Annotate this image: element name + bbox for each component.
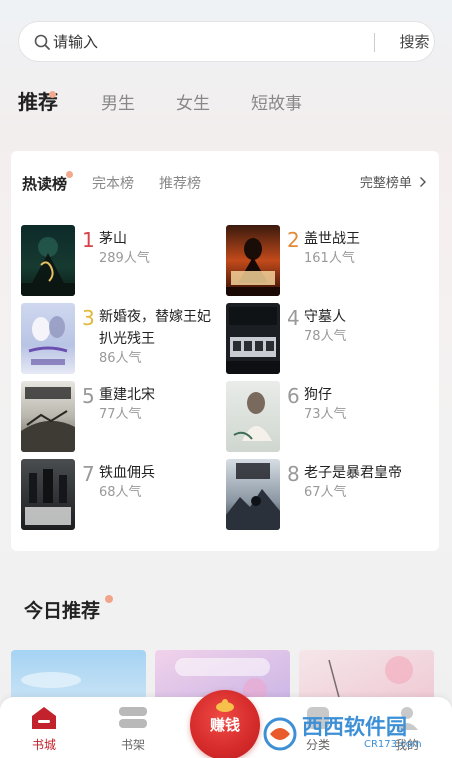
book-cover <box>226 459 280 530</box>
money-bag-icon <box>216 699 234 712</box>
book-title: 茅山 <box>99 231 127 247</box>
search-divider <box>374 33 375 52</box>
book-popularity: 78人气 <box>304 329 347 344</box>
book-popularity: 67人气 <box>304 485 347 500</box>
search-input[interactable] <box>53 30 353 54</box>
subtab-finished[interactable]: 完本榜 <box>92 175 134 193</box>
watermark-logo <box>262 716 298 752</box>
book-popularity: 289人气 <box>99 251 150 266</box>
book-title: 老子是暴君皇帝 <box>304 465 402 481</box>
book-item[interactable]: 7 铁血佣兵 68人气 <box>21 459 221 531</box>
book-title: 铁血佣兵 <box>99 465 155 481</box>
watermark-text: 西西软件园 <box>302 715 407 739</box>
rank-number: 7 <box>82 462 95 486</box>
full-ranking-link[interactable]: 完整榜单 <box>360 175 427 193</box>
book-item[interactable]: 4 守墓人 78人气 <box>226 303 426 375</box>
home-icon <box>32 707 56 729</box>
book-item[interactable]: 5 重建北宋 77人气 <box>21 381 221 453</box>
watermark-domain: CR173.com <box>364 739 422 750</box>
bookshelf-icon <box>119 707 147 728</box>
rank-number: 8 <box>287 462 300 486</box>
search-icon <box>34 34 50 50</box>
book-item[interactable]: 1 茅山 289人气 <box>21 225 221 297</box>
rank-number: 3 <box>82 306 95 330</box>
earn-money-label: 赚钱 <box>209 716 240 734</box>
book-cover <box>226 303 280 374</box>
search-bar[interactable]: 搜索 <box>18 21 435 62</box>
tab-indicator-dot <box>49 91 56 98</box>
book-cover <box>21 459 75 530</box>
book-title: 狗仔 <box>304 387 332 403</box>
book-title: 盖世战王 <box>304 231 360 247</box>
book-popularity: 86人气 <box>99 351 142 366</box>
book-popularity: 73人气 <box>304 407 347 422</box>
rank-number: 1 <box>82 228 95 252</box>
book-item[interactable]: 6 狗仔 73人气 <box>226 381 426 453</box>
search-button[interactable]: 搜索 <box>387 31 442 54</box>
subtab-indicator-dot <box>66 171 73 178</box>
tab-male[interactable]: 男生 <box>101 92 135 116</box>
tab-short-story[interactable]: 短故事 <box>251 92 302 116</box>
nav-item-bookshelf[interactable]: 书架 <box>103 703 163 755</box>
book-title: 重建北宋 <box>99 387 155 403</box>
book-cover <box>21 225 75 296</box>
watermark: 西西软件园 CR173.com <box>258 712 452 758</box>
ranking-card: 热读榜 完本榜 推荐榜 完整榜单 1 茅山 289人气 2 盖世战王 161人气… <box>11 151 439 551</box>
rank-number: 2 <box>287 228 300 252</box>
nav-label: 书城 <box>31 738 56 752</box>
chevron-right-icon <box>420 177 426 187</box>
book-title: 新婚夜，替嫁王妃扒光残王 <box>99 309 211 347</box>
nav-label: 书架 <box>120 738 145 752</box>
book-item[interactable]: 3 新婚夜，替嫁王妃扒光残王 86人气 <box>21 303 221 375</box>
nav-item-bookstore[interactable]: 书城 <box>14 703 74 755</box>
subtab-recommend[interactable]: 推荐榜 <box>159 175 201 193</box>
subtab-hot[interactable]: 热读榜 <box>22 175 67 193</box>
rank-number: 4 <box>287 306 300 330</box>
full-ranking-label: 完整榜单 <box>359 176 412 191</box>
tab-female[interactable]: 女生 <box>176 92 210 116</box>
book-popularity: 77人气 <box>99 407 142 422</box>
book-cover <box>21 381 75 452</box>
book-cover <box>226 381 280 452</box>
earn-money-button[interactable]: 赚钱 <box>190 690 260 758</box>
section-indicator-dot <box>105 595 113 603</box>
rank-number: 5 <box>82 384 95 408</box>
book-title: 守墓人 <box>304 309 346 325</box>
book-popularity: 68人气 <box>99 485 142 500</box>
book-popularity: 161人气 <box>304 251 355 266</box>
book-cover <box>21 303 75 374</box>
book-item[interactable]: 2 盖世战王 161人气 <box>226 225 426 297</box>
rank-number: 6 <box>287 384 300 408</box>
section-title-today: 今日推荐 <box>24 600 101 622</box>
book-item[interactable]: 8 老子是暴君皇帝 67人气 <box>226 459 426 531</box>
book-cover <box>226 225 280 296</box>
